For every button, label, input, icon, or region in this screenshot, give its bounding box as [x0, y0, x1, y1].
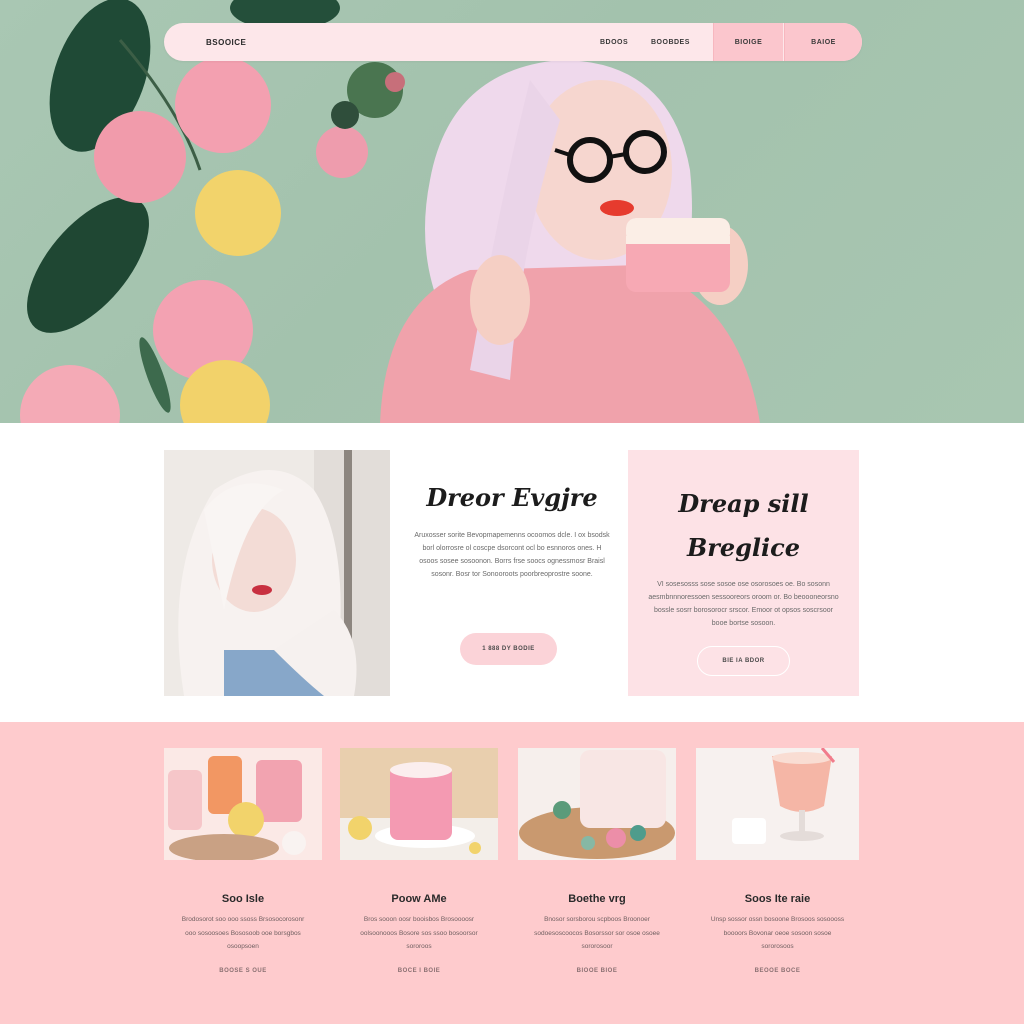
hero-banner: BSOOICE BDOOS BOOBDES BIOIGE BAIOE	[0, 0, 1024, 423]
feature-body: VI sosesosss sose sosoe ose osorosoes oe…	[648, 581, 839, 627]
product-image	[164, 748, 322, 860]
feature-title-line2: Breglice	[686, 533, 801, 562]
product-link[interactable]: BOCE I BOIE	[340, 968, 498, 974]
product-link[interactable]: BIOOE BIOE	[518, 968, 676, 974]
feature-cta-button[interactable]: BIE IA BDOR	[697, 646, 790, 676]
intro-text-block: Dreor Evgjre Aruxosser sorite Bevopmapem…	[414, 450, 610, 665]
nav-link-2[interactable]: BOOBDES	[651, 39, 690, 46]
product-description: Brodosorot soo ooo ssoss Brsosocorosonr …	[181, 916, 305, 950]
product-description: Bnosor sorsborou scpboos Broonoer sodoes…	[534, 916, 660, 950]
product-image	[340, 748, 498, 860]
product-description: Unsp sossor ossn bosoone Brosoos sosooos…	[710, 916, 845, 950]
product-card[interactable]: Soo Isle Brodosorot soo ooo ssoss Brsoso…	[164, 748, 322, 974]
product-card[interactable]: Poow AMe Bros sooon oosr booisbos Brosoo…	[340, 748, 498, 974]
feature-title-line1: Dreap sill	[678, 489, 809, 518]
intro-title: Dreor Evgjre	[426, 483, 598, 512]
feature-card: Dreap sill Breglice VI sosesosss sose so…	[628, 450, 859, 696]
product-description: Bros sooon oosr booisbos Brosoooosr ools…	[360, 916, 478, 950]
product-title: Poow AMe	[391, 893, 447, 905]
product-link[interactable]: BOOSE S OUE	[164, 968, 322, 974]
product-card[interactable]: Boethe vrg Bnosor sorsborou scpboos Broo…	[518, 748, 676, 974]
top-navbar: BSOOICE BDOOS BOOBDES BIOIGE BAIOE	[164, 23, 862, 61]
nav-pill-1[interactable]: BIOIGE	[713, 23, 783, 61]
brand-logo[interactable]: BSOOICE	[206, 38, 246, 47]
intro-cta-button[interactable]: 1 888 DY BODIE	[460, 633, 557, 665]
intro-body: Aruxosser sorite Bevopmapemenns ocoomos …	[414, 531, 610, 578]
hero-image	[20, 0, 760, 423]
product-image	[696, 748, 859, 860]
nav-link-1[interactable]: BDOOS	[600, 39, 628, 46]
product-title: Soo Isle	[221, 893, 265, 905]
nav-pill-2[interactable]: BAIOE	[784, 23, 862, 61]
product-title: Soos Ite raie	[744, 893, 811, 905]
feature-title: Dreap sill Breglice	[628, 482, 859, 570]
products-section: Soo Isle Brodosorot soo ooo ssoss Brsoso…	[0, 722, 1024, 1024]
product-title: Boethe vrg	[568, 893, 626, 905]
product-link[interactable]: BEOOE BOCE	[696, 968, 859, 974]
portrait-photo	[164, 450, 390, 696]
product-card[interactable]: Soos Ite raie Unsp sossor ossn bosoone B…	[696, 748, 859, 974]
product-image	[518, 748, 676, 860]
intro-section: Dreor Evgjre Aruxosser sorite Bevopmapem…	[0, 423, 1024, 722]
